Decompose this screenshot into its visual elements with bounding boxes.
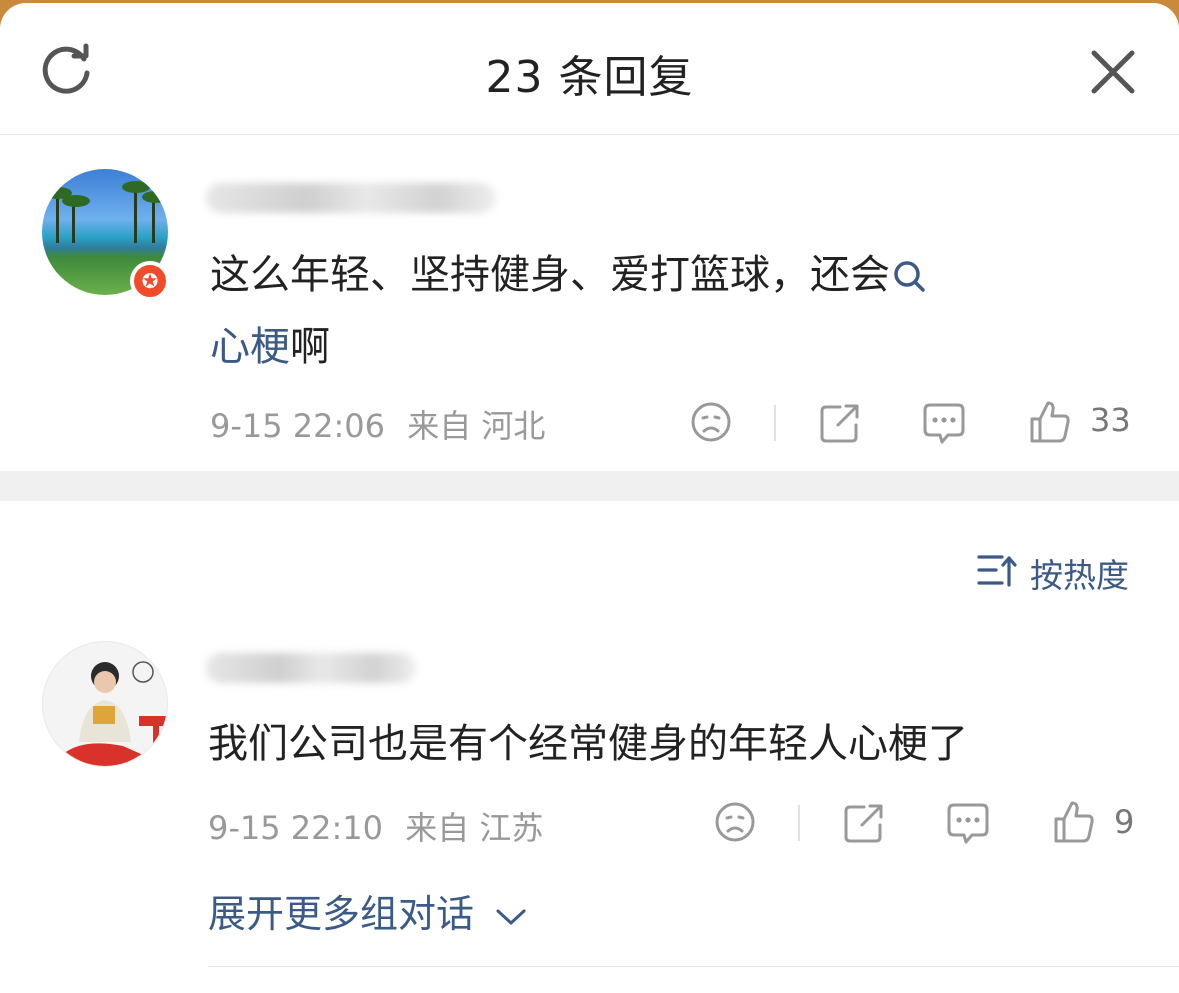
username-blurred[interactable]	[206, 183, 496, 213]
reply-sheet: 23 条回复 ✪ 这么年轻、坚持健身、爱打篮球，还会 心梗啊 9-15 22:0…	[0, 3, 1179, 993]
chevron-down-icon	[496, 909, 526, 924]
reply-bubble-icon[interactable]	[946, 801, 990, 851]
reply-location: 来自 江苏	[405, 809, 544, 847]
reply-meta: 9-15 22:10 来自 江苏	[208, 803, 543, 849]
comment-meta: 9-15 22:06 来自 河北	[210, 401, 545, 447]
close-icon[interactable]	[1086, 45, 1140, 99]
comment-body: 这么年轻、坚持健身、爱打篮球，还会	[210, 252, 890, 298]
avatar[interactable]	[42, 641, 168, 767]
comment-time: 9-15 22:06	[210, 407, 386, 445]
action-divider	[798, 805, 800, 841]
expand-more-button[interactable]: 展开更多组对话	[208, 883, 528, 938]
comment-text: 这么年轻、坚持健身、爱打篮球，还会 心梗啊	[210, 239, 1110, 383]
section-divider	[0, 471, 1179, 501]
bottom-divider	[208, 966, 1179, 967]
like-thumb-icon[interactable]	[1052, 799, 1096, 849]
share-icon[interactable]	[842, 801, 886, 849]
comment-location: 来自 河北	[407, 407, 546, 445]
page-title: 23 条回复	[485, 52, 694, 103]
username-blurred[interactable]	[206, 653, 416, 683]
dislike-face-icon[interactable]	[690, 401, 732, 447]
search-icon	[894, 261, 925, 292]
action-divider	[774, 405, 776, 441]
keyword-link[interactable]: 心梗	[210, 324, 290, 370]
like-count: 33	[1090, 401, 1131, 439]
comment-tail: 啊	[290, 324, 330, 370]
like-thumb-icon[interactable]	[1028, 399, 1072, 449]
like-count: 9	[1114, 803, 1135, 841]
reply-bubble-icon[interactable]	[922, 401, 966, 451]
expand-label: 展开更多组对话	[208, 892, 475, 936]
sheet-header: 23 条回复	[0, 3, 1179, 135]
star-badge-icon: ✪	[130, 261, 170, 301]
sort-icon	[977, 555, 1017, 587]
sort-label: 按热度	[1030, 556, 1129, 595]
reply-text: 我们公司也是有个经常健身的年轻人心梗了	[208, 721, 968, 767]
reply-time: 9-15 22:10	[208, 809, 384, 847]
dislike-face-icon[interactable]	[714, 801, 756, 847]
share-icon[interactable]	[818, 401, 862, 449]
